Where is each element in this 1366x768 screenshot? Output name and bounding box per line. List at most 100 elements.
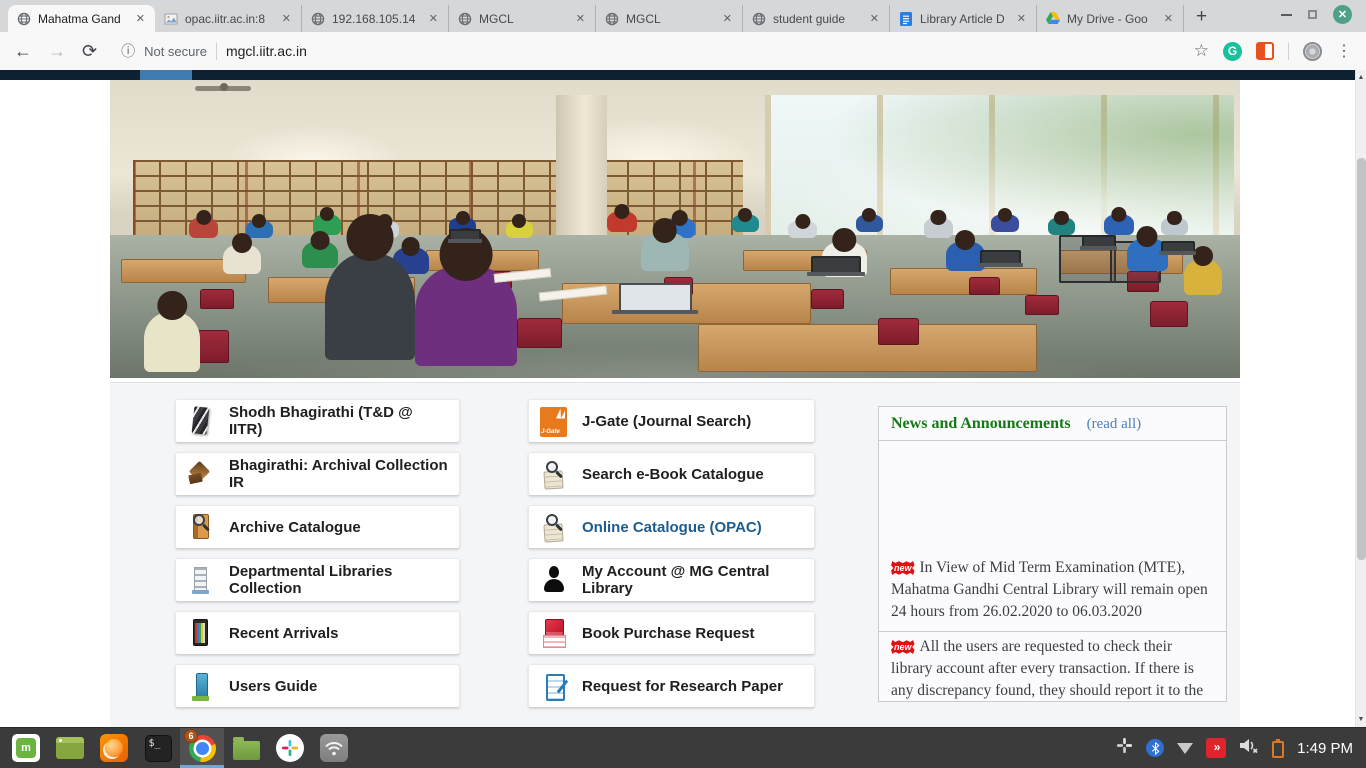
info-icon[interactable]: ⓘ — [121, 41, 135, 61]
battery-icon[interactable] — [1272, 741, 1284, 758]
tab-title: 192.168.105.14 — [332, 12, 421, 26]
photo-person — [732, 214, 759, 232]
minimize-icon[interactable] — [1281, 14, 1292, 16]
browser-tab[interactable]: My Drive - Goo ✕ — [1037, 5, 1184, 32]
chrome-launcher[interactable]: 6 — [180, 728, 224, 768]
slack-tray-icon[interactable] — [1116, 737, 1133, 759]
link-archival-collection[interactable]: Bhagirathi: Archival Collection IR — [175, 452, 460, 496]
link-my-account[interactable]: My Account @ MG Central Library — [528, 558, 815, 602]
back-icon[interactable]: ← — [14, 42, 32, 60]
photo-laptop — [449, 229, 481, 241]
scroll-down-icon[interactable]: ▼ — [1356, 716, 1366, 723]
toolbar-divider — [1288, 43, 1289, 60]
photo-person — [144, 312, 201, 372]
photo-person — [1184, 259, 1222, 295]
photo-chair — [969, 277, 1001, 295]
toolbar-actions: ☆ G ⋮ — [1194, 41, 1352, 61]
close-icon[interactable]: ✕ — [1333, 5, 1352, 24]
my-account-icon — [540, 564, 567, 596]
tab-close-icon[interactable]: ✕ — [1162, 10, 1175, 27]
tab-close-icon[interactable]: ✕ — [134, 10, 147, 27]
taskbar-clock[interactable]: 1:49 PM — [1297, 740, 1353, 757]
network-manager-launcher[interactable] — [312, 728, 356, 768]
bluetooth-icon[interactable] — [1146, 739, 1164, 757]
page-scrollbar[interactable]: ▲ ▼ — [1355, 70, 1366, 727]
link-users-guide[interactable]: Users Guide — [175, 664, 460, 708]
link-archive-catalogue[interactable]: Archive Catalogue — [175, 505, 460, 549]
anydesk-icon[interactable]: » — [1206, 738, 1226, 758]
photo-chair — [517, 318, 562, 348]
globe-icon — [751, 11, 767, 27]
photo-laptop — [980, 250, 1021, 265]
show-desktop-button[interactable] — [48, 728, 92, 768]
orange-extension-icon[interactable] — [1256, 42, 1274, 60]
link-search-ebook[interactable]: Search e-Book Catalogue — [528, 452, 815, 496]
tab-close-icon[interactable]: ✕ — [280, 10, 293, 27]
file-manager-launcher[interactable] — [224, 728, 268, 768]
browser-tab[interactable]: student guide✕ — [743, 5, 890, 32]
shodh-bhagirathi-icon — [187, 405, 214, 437]
photo-person — [1048, 217, 1075, 235]
tab-close-icon[interactable]: ✕ — [721, 10, 734, 27]
tab-strip: Mahatma Gand✕opac.iitr.ac.in:8✕192.168.1… — [8, 5, 1184, 32]
slack-launcher[interactable] — [268, 728, 312, 768]
new-tab-button[interactable]: + — [1184, 6, 1219, 32]
browser-tab[interactable]: 192.168.105.14 ✕ — [302, 5, 449, 32]
browser-tab[interactable]: MGCL✕ — [449, 5, 596, 32]
link-departmental-libraries[interactable]: Departmental Libraries Collection — [175, 558, 460, 602]
mint-menu-button[interactable]: m — [4, 728, 48, 768]
browser-tab[interactable]: Mahatma Gand✕ — [8, 5, 155, 32]
browser-tab[interactable]: opac.iitr.ac.in:8✕ — [155, 5, 302, 32]
photo-laptop — [619, 283, 692, 313]
picture-icon — [163, 11, 179, 27]
tab-close-icon[interactable]: ✕ — [574, 10, 587, 27]
link-label: Book Purchase Request — [582, 625, 755, 642]
security-label[interactable]: Not secure — [144, 44, 207, 59]
link-shodh-bhagirathi[interactable]: Shodh Bhagirathi (T&D @ IITR) — [175, 399, 460, 443]
volume-muted-icon[interactable] — [1239, 737, 1259, 759]
news-read-all-link[interactable]: (read all) — [1087, 416, 1142, 433]
reload-icon[interactable]: ⟳ — [82, 42, 97, 60]
chrome-menu-icon[interactable]: ⋮ — [1336, 41, 1352, 61]
link-label: Departmental Libraries Collection — [229, 563, 448, 597]
bookmark-star-icon[interactable]: ☆ — [1194, 41, 1209, 61]
browser-tab[interactable]: MGCL✕ — [596, 5, 743, 32]
news-header: News and Announcements (read all) — [879, 407, 1226, 441]
scroll-up-icon[interactable]: ▲ — [1356, 74, 1366, 81]
scrollbar-thumb[interactable] — [1357, 158, 1366, 560]
restore-icon[interactable] — [1308, 10, 1317, 19]
link-book-purchase[interactable]: Book Purchase Request — [528, 611, 815, 655]
photo-person — [641, 232, 688, 271]
news-item: newIn View of Mid Term Examination (MTE)… — [879, 441, 1226, 631]
globe-icon — [604, 11, 620, 27]
firefox-launcher[interactable] — [92, 728, 136, 768]
photo-chair — [1150, 301, 1188, 328]
site-navbar-active-item[interactable] — [140, 70, 192, 80]
news-item: newAll the users are requested to check … — [879, 631, 1226, 701]
link-recent-arrivals[interactable]: Recent Arrivals — [175, 611, 460, 655]
browser-tab[interactable]: Library Article D✕ — [890, 5, 1037, 32]
search-ebook-icon — [540, 458, 567, 490]
terminal-launcher[interactable]: $_ — [136, 728, 180, 768]
grammarly-extension-icon[interactable]: G — [1223, 42, 1242, 61]
network-signal-icon[interactable] — [1177, 743, 1193, 754]
link-column-left: Shodh Bhagirathi (T&D @ IITR) Bhagirathi:… — [175, 399, 460, 717]
tab-title: My Drive - Goo — [1067, 12, 1156, 26]
url-text[interactable]: mgcl.iitr.ac.in — [226, 43, 307, 59]
tab-close-icon[interactable]: ✕ — [868, 10, 881, 27]
address-bar[interactable]: ⓘ Not secure mgcl.iitr.ac.in — [113, 41, 1178, 61]
link-opac-search[interactable]: Online Catalogue (OPAC) — [528, 505, 815, 549]
tab-close-icon[interactable]: ✕ — [1015, 10, 1028, 27]
photo-chair — [878, 318, 919, 345]
link-research-paper[interactable]: Request for Research Paper — [528, 664, 815, 708]
photo-person — [506, 220, 533, 238]
round-extension-icon[interactable] — [1303, 42, 1322, 61]
forward-icon[interactable]: → — [48, 42, 66, 60]
news-item-text: newIn View of Mid Term Examination (MTE)… — [891, 557, 1214, 623]
link-label: Request for Research Paper — [582, 678, 783, 695]
photo-person — [924, 217, 953, 238]
link-label: Shodh Bhagirathi (T&D @ IITR) — [229, 404, 448, 438]
tab-close-icon[interactable]: ✕ — [427, 10, 440, 27]
new-badge: new — [891, 640, 915, 654]
link-jgate[interactable]: J-Gate (Journal Search) — [528, 399, 815, 443]
